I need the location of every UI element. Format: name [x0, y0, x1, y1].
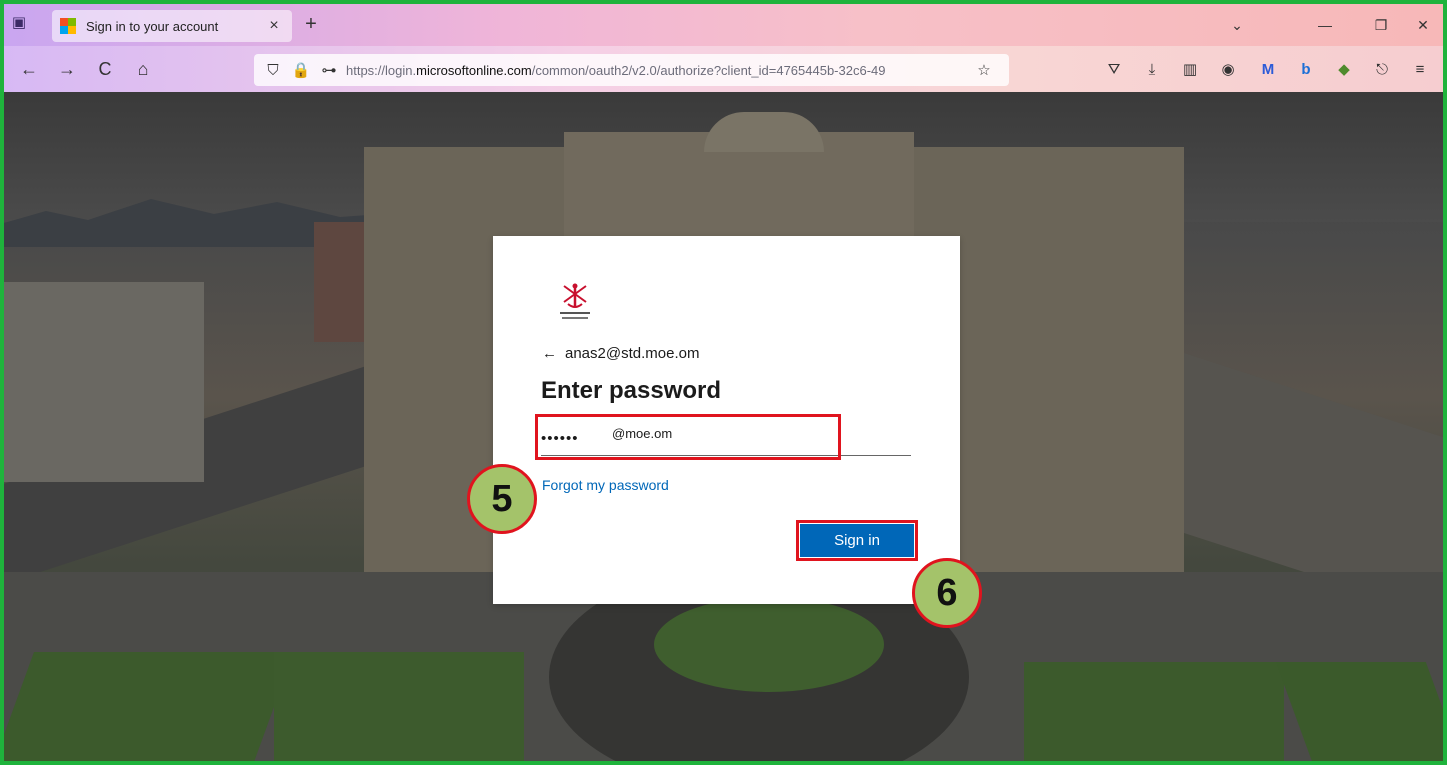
tab-title: Sign in to your account: [86, 18, 219, 34]
pocket-icon[interactable]: ⛛: [1102, 58, 1126, 82]
reader-view-icon[interactable]: ▥: [1178, 58, 1202, 82]
home-button[interactable]: ⌂: [130, 56, 156, 82]
extension-b-icon[interactable]: b: [1294, 58, 1318, 82]
password-highlight-box: [535, 414, 841, 460]
new-tab-button[interactable]: +: [298, 12, 324, 38]
back-button[interactable]: ←: [16, 56, 42, 82]
account-email: anas2@std.moe.om: [565, 344, 700, 362]
browser-titlebar: ▣ Sign in to your account × + ⌄ — ❐ ✕: [4, 4, 1443, 46]
close-window-button[interactable]: ✕: [1408, 12, 1438, 38]
url-bar[interactable]: ⛉ 🔒 ⊶ https://login.microsoftonline.com/…: [254, 54, 1009, 86]
background-dome: [704, 112, 824, 152]
screenshot-frame: ▣ Sign in to your account × + ⌄ — ❐ ✕ ← …: [0, 0, 1447, 765]
lock-icon[interactable]: 🔒: [290, 61, 312, 79]
ministry-emblem-icon: [560, 283, 590, 319]
tab-overflow-chevron-icon[interactable]: ⌄: [1222, 12, 1252, 38]
forward-button[interactable]: →: [54, 56, 80, 82]
extension-gem-icon[interactable]: ◆: [1332, 58, 1356, 82]
sign-in-highlight-box: [796, 520, 918, 561]
background-lawn: [4, 652, 295, 761]
key-icon[interactable]: ⊶: [318, 61, 340, 79]
step-5-badge: 5: [467, 464, 537, 534]
account-back-row[interactable]: ← anas2@std.moe.om: [542, 342, 699, 364]
reload-button[interactable]: C: [92, 56, 118, 82]
tab-close-icon[interactable]: ×: [264, 17, 284, 35]
menu-icon[interactable]: ≡: [1408, 58, 1432, 82]
microsoft-logo-icon: [60, 18, 76, 34]
shield-icon[interactable]: ⛉: [262, 62, 284, 79]
page-title: Enter password: [541, 377, 722, 404]
forgot-password-link[interactable]: Forgot my password: [542, 477, 669, 493]
back-arrow-icon[interactable]: ←: [542, 345, 557, 362]
minimize-button[interactable]: —: [1310, 12, 1340, 38]
browser-tab-sign-in[interactable]: Sign in to your account ×: [52, 10, 292, 42]
extension-m-icon[interactable]: M: [1256, 58, 1280, 82]
bookmark-star-icon[interactable]: ☆: [973, 61, 995, 79]
background-roundabout-lawn: [654, 597, 884, 692]
download-icon[interactable]: ⤓: [1140, 58, 1164, 82]
account-icon[interactable]: ◉: [1216, 58, 1240, 82]
restore-button[interactable]: ❐: [1366, 12, 1396, 38]
share-icon[interactable]: ⎋: [1370, 58, 1394, 82]
url-text[interactable]: https://login.microsoftonline.com/common…: [346, 63, 973, 78]
tab-list-icon[interactable]: ▣: [10, 14, 28, 32]
background-lawn: [1024, 662, 1284, 761]
background-lawn: [274, 652, 524, 761]
background-building: [4, 282, 204, 482]
step-6-badge: 6: [912, 558, 982, 628]
